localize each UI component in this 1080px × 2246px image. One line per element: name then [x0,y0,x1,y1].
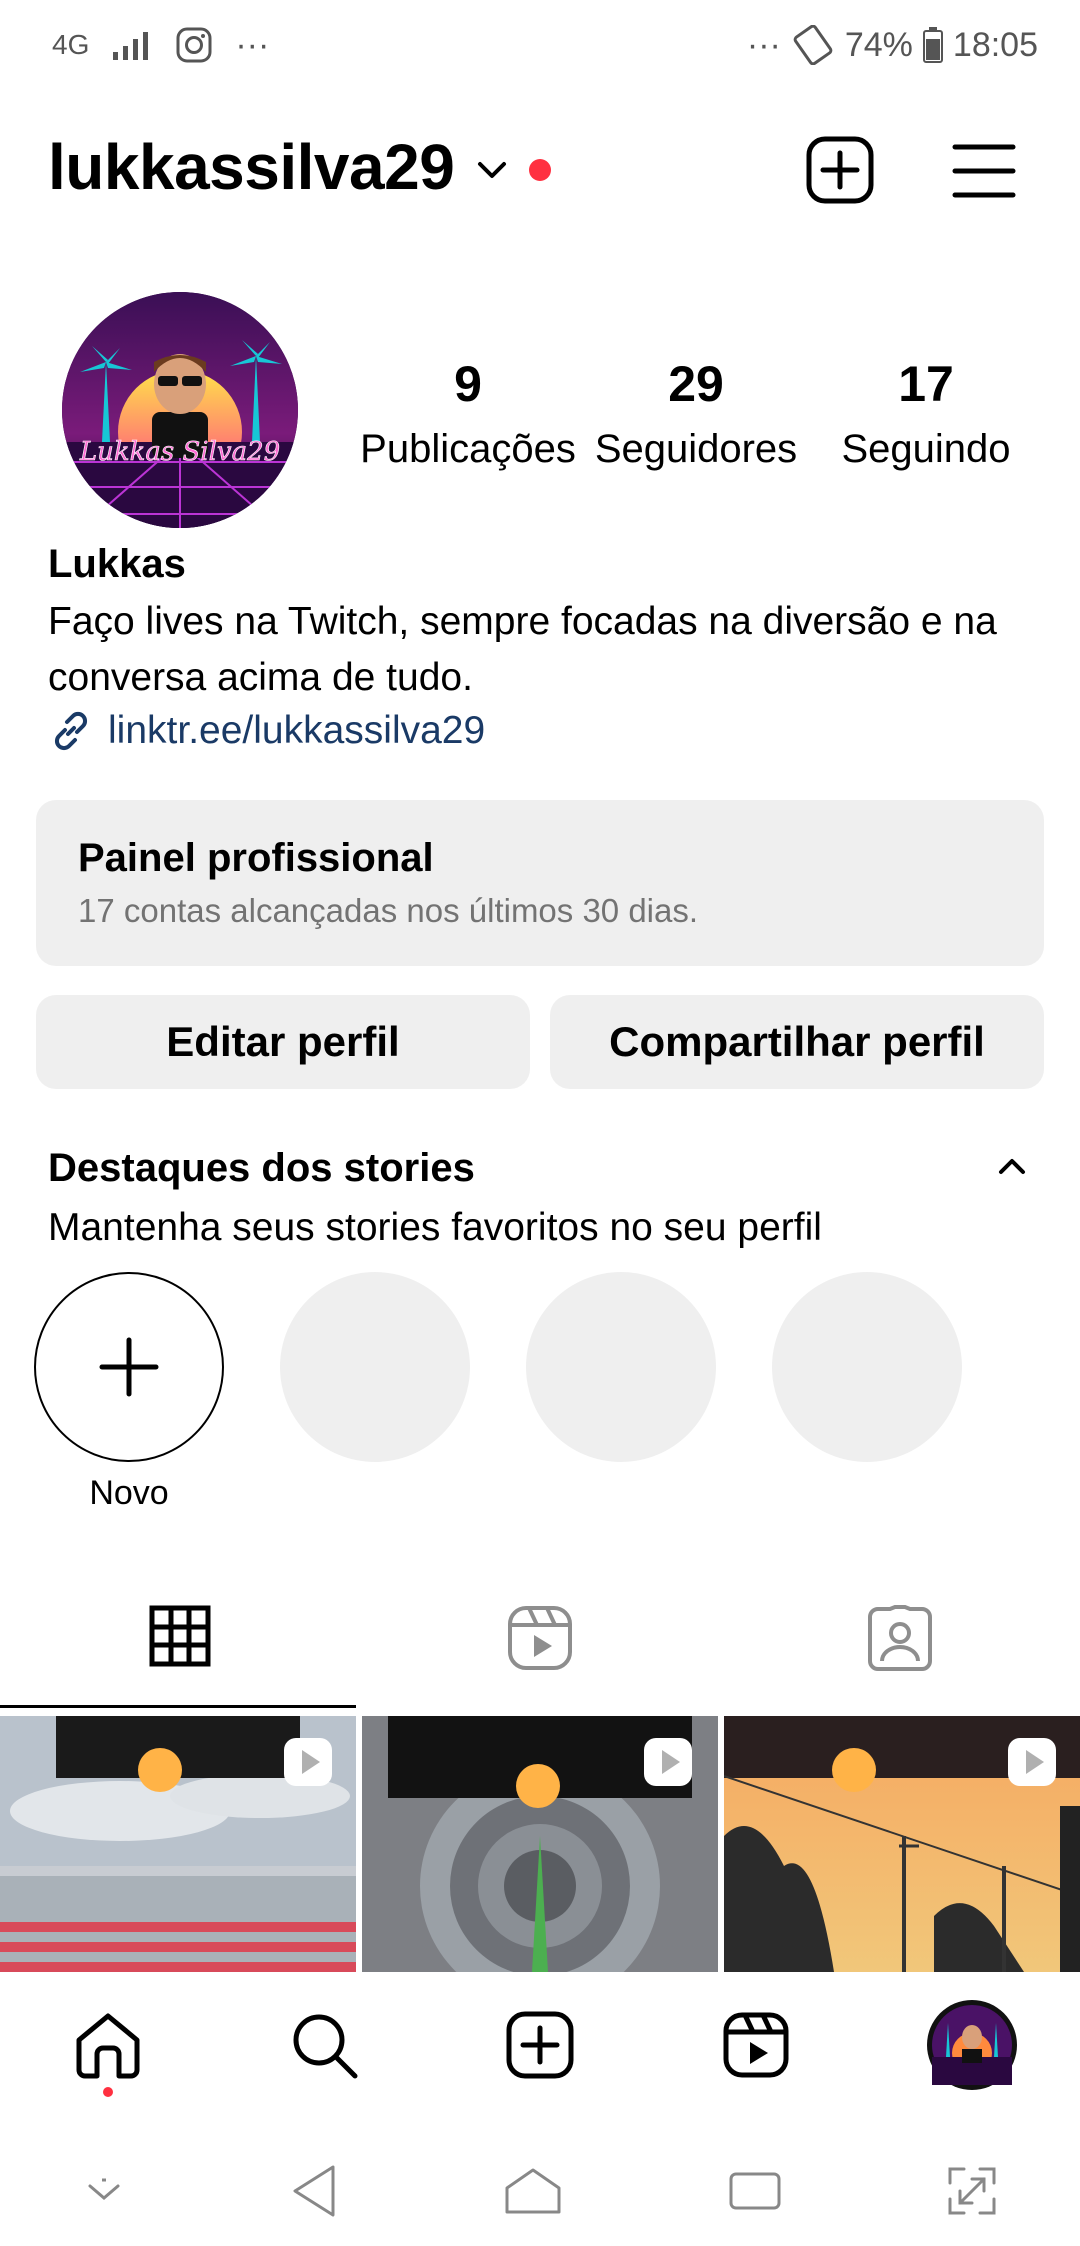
tagged-icon [868,1605,932,1671]
screenshot-icon[interactable] [946,2165,998,2217]
avatar-logo-text: Lukkas Silva29 [79,437,280,467]
plus-icon [99,1337,159,1397]
status-dots-right: ··· [746,25,781,64]
tab-posts-grid[interactable] [0,1605,360,1677]
stat-following-label: Seguindo [841,427,1011,471]
stat-following-count: 17 [898,356,954,412]
reels-icon [508,1606,572,1670]
nav-home[interactable] [48,1985,168,2105]
back-icon[interactable] [289,2163,339,2219]
highlight-placeholder [526,1272,716,1462]
stat-following[interactable]: 17 Seguindo [816,355,1036,472]
tab-reels[interactable] [360,1605,720,1677]
link-icon [48,708,94,754]
highlight-placeholder [280,1272,470,1462]
highlights-subtitle: Mantenha seus stories favoritos no seu p… [48,1206,822,1249]
profile-name: Lukkas [48,542,186,586]
stat-followers-label: Seguidores [594,427,798,471]
new-highlight-label: Novo [89,1474,169,1512]
menu-icon[interactable] [952,142,1016,200]
home-icon [76,2013,140,2079]
network-label: 4G [52,29,90,60]
nav-reels[interactable] [696,1985,816,2105]
profile-bio: Faço lives na Twitch, sempre focadas na … [48,600,997,699]
professional-panel[interactable]: Painel profissional 17 contas alcançadas… [36,800,1044,966]
notification-dot [529,159,551,181]
active-tab-indicator [0,1705,356,1708]
home-nav-icon[interactable] [503,2166,563,2216]
stat-followers[interactable]: 29 Seguidores [586,355,806,472]
reel-badge-icon [1008,1738,1056,1786]
create-icon [506,2011,574,2079]
rotate-icon [791,25,835,65]
reel-badge-icon [644,1738,692,1786]
post-thumbnail[interactable] [724,1716,1080,1972]
edit-profile-button[interactable]: Editar perfil [36,995,530,1089]
highlights-title: Destaques dos stories [48,1146,475,1190]
nav-profile[interactable] [912,1985,1032,2105]
battery-percent: 74% [844,25,913,64]
reel-badge-icon [284,1738,332,1786]
bio-link-text: linktr.ee/lukkassilva29 [108,709,486,752]
stat-posts[interactable]: 9 Publicações [358,355,578,472]
nav-create[interactable] [480,1985,600,2105]
signal-icon [111,28,153,62]
search-icon [293,2014,358,2079]
share-profile-button[interactable]: Compartilhar perfil [550,995,1044,1089]
new-post-icon[interactable] [806,136,874,204]
username-title[interactable]: lukkassilva29 [48,130,455,204]
panel-title: Painel profissional [78,836,434,880]
battery-icon [922,27,943,63]
reels-icon [723,2012,789,2078]
highlight-placeholder [772,1272,962,1462]
chevron-up-icon[interactable] [996,1156,1028,1178]
status-dots-left: ··· [235,25,270,64]
tab-tagged[interactable] [720,1605,1080,1677]
post-thumbnail[interactable] [362,1716,718,1972]
panel-subtitle: 17 contas alcançadas nos últimos 30 dias… [78,892,699,929]
home-notification-dot [103,2087,113,2097]
profile-avatar-small [927,2000,1017,2090]
recents-icon[interactable] [727,2168,783,2214]
stat-posts-count: 9 [454,356,482,412]
grid-icon [149,1605,211,1667]
bio-link[interactable]: linktr.ee/lukkassilva29 [48,708,485,754]
instagram-icon [175,26,213,64]
stat-posts-label: Publicações [360,427,576,471]
chevron-down-icon[interactable] [474,158,510,182]
stat-followers-count: 29 [668,356,724,412]
system-navigation [0,2135,1080,2246]
status-bar-right: ··· 74% 18:05 [747,20,1038,70]
new-highlight-button[interactable] [34,1272,224,1462]
status-bar-left: 4G ··· [52,20,269,70]
post-thumbnail[interactable] [0,1716,356,1972]
hide-icon[interactable] [82,2176,126,2206]
clock: 18:05 [952,25,1038,64]
profile-avatar[interactable]: Lukkas Silva29 [62,292,298,528]
nav-search[interactable] [264,1985,384,2105]
bottom-navigation [0,1975,1080,2115]
